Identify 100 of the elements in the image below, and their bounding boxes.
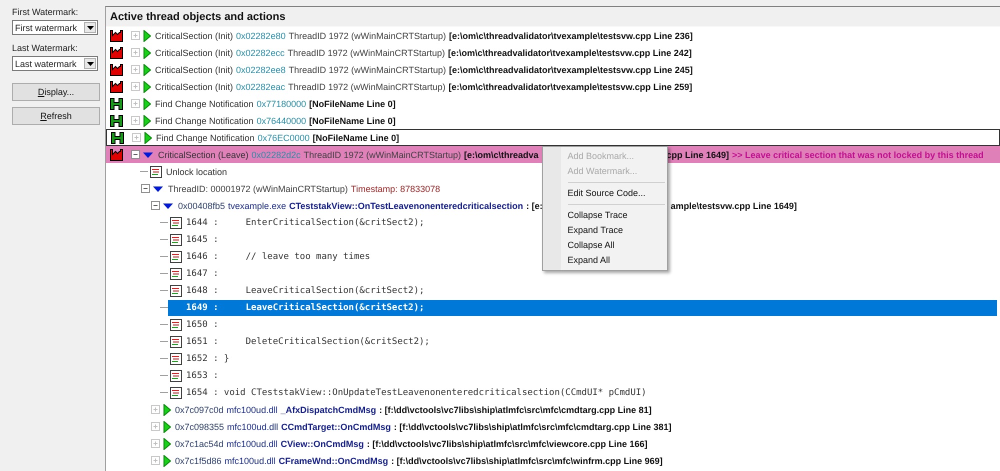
expand-icon[interactable]	[130, 30, 142, 41]
address-text: 0x7c097c0d	[175, 404, 224, 414]
object-name: Find Change Notification	[155, 116, 254, 126]
address-text: 0x02282ee8	[236, 64, 286, 74]
source-line[interactable]: 1653 :	[186, 368, 219, 384]
file-location: [e:\om\c\threadvalidator\tvexample\testsvw.cpp Line 245]	[448, 64, 693, 74]
object-name: CriticalSection (Leave)	[158, 150, 249, 160]
file-location: : [f:\dd\vctools\vc7libs\ship\atlmfc\src\mfc\viewcore.cpp Line 166]	[366, 438, 648, 448]
watermark-dropdown[interactable]: First watermark	[12, 20, 98, 35]
file-location: [NoFileName Line 0]	[309, 116, 396, 126]
source-line[interactable]: 1647 :	[186, 266, 219, 282]
object-name: CriticalSection (Init)	[155, 82, 234, 92]
expand-icon[interactable]	[131, 132, 143, 143]
critical-section-icon	[110, 148, 123, 160]
address-text: 0x02282d2c	[252, 150, 301, 160]
expand-icon[interactable]	[130, 64, 142, 75]
source-line[interactable]: 1654 : void CTeststakView::OnUpdateTestLeavenonenteredcriticalsection(CCmdUI* pCmdUI)	[186, 384, 647, 400]
play-arrow-icon	[163, 420, 171, 432]
expand-icon[interactable]	[150, 438, 162, 449]
menu-item[interactable]: Expand All	[542, 253, 667, 268]
address-text: 0x77180000	[256, 98, 306, 108]
error-message: >> Leave critical section that was not locked by this thread	[732, 150, 984, 160]
file-location: [NoFileName Line 0]	[309, 98, 396, 108]
critical-section-icon	[110, 64, 123, 76]
location-label: Unlock location	[166, 166, 228, 176]
thread-text: ThreadID: 00001972 (wWinMainCRTStartup)	[168, 184, 348, 194]
object-name: CriticalSection (Init)	[155, 30, 234, 40]
source-line[interactable]: 1652 : }	[186, 350, 230, 366]
object-name: Find Change Notification	[155, 98, 254, 108]
push-button[interactable]: Refresh	[12, 107, 100, 125]
module-name: mfc100ud.dll	[227, 422, 278, 432]
push-button[interactable]: Display...	[12, 83, 100, 101]
thread-text: ThreadID 1972 (wWinMainCRTStartup)	[288, 82, 446, 92]
handle-icon	[111, 132, 124, 144]
expand-icon[interactable]	[150, 404, 162, 415]
source-line[interactable]: 1644 : EnterCriticalSection(&critSect2);	[186, 214, 424, 230]
critical-section-icon	[110, 46, 123, 58]
play-arrow-icon	[143, 46, 151, 58]
thread-text: ThreadID 1972 (wWinMainCRTStartup)	[288, 64, 446, 74]
object-name: CriticalSection (Init)	[155, 48, 234, 58]
collapse-icon[interactable]	[140, 183, 152, 194]
play-arrow-icon	[163, 454, 171, 466]
focused-row[interactable]: Find Change Notification 0x76EC0000 [NoFileName Line 0]	[106, 129, 1000, 146]
file-location: [e:\om\c\threadva	[464, 150, 539, 160]
file-location: [NoFileName Line 0]	[312, 132, 400, 142]
caret-icon	[86, 26, 94, 30]
menu-item[interactable]: Edit Source Code...	[542, 186, 667, 201]
play-arrow-icon	[163, 438, 171, 450]
address-text: 0x00408fb5	[178, 200, 226, 210]
critical-section-icon	[110, 30, 123, 42]
function-name: _AfxDispatchCmdMsg	[280, 404, 376, 414]
source-line[interactable]: 1645 :	[186, 232, 219, 248]
address-text: 0x7c1ac54d	[175, 438, 224, 448]
file-location: : [e:	[526, 200, 543, 210]
source-line[interactable]: 1648 : LeaveCriticalSection(&critSect2);	[186, 282, 424, 298]
expand-icon[interactable]	[150, 421, 162, 432]
expanded-arrow-icon	[143, 150, 154, 158]
file-location: [e:\om\c\threadvalidator\tvexample\testsvw.cpp Line 242]	[448, 48, 692, 58]
collapse-icon[interactable]	[150, 200, 162, 211]
module-name: mfc100ud.dll	[226, 404, 278, 414]
menu-item[interactable]: Collapse Trace	[542, 208, 667, 223]
play-arrow-icon	[143, 98, 151, 110]
function-name: CCmdTarget::OnCmdMsg	[281, 422, 391, 432]
play-arrow-icon	[143, 30, 151, 42]
source-line[interactable]: 1650 :	[186, 316, 219, 332]
critical-section-icon	[110, 80, 123, 92]
expand-icon[interactable]	[130, 47, 142, 58]
file-location: [e:\om\c\threadvalidator\tvexample\testsvw.cpp Line 259]	[448, 82, 692, 92]
file-location: : [f:\dd\vctools\vc7libs\ship\atlmfc\src\mfc\cmdtarg.cpp Line 381]	[394, 422, 672, 432]
menu-item[interactable]: Collapse All	[542, 238, 667, 253]
play-arrow-icon	[143, 80, 151, 92]
source-line[interactable]: 1651 : DeleteCriticalSection(&critSect2);	[186, 334, 430, 350]
address-text: 0x7c1f5d86	[175, 456, 222, 466]
expand-icon[interactable]	[150, 455, 162, 466]
file-location: : [f:\dd\vctools\vc7libs\ship\atlmfc\src\mfc\cmdtarg.cpp Line 81]	[379, 404, 652, 414]
function-name: CFrameWnd::OnCmdMsg	[278, 456, 388, 466]
expand-icon[interactable]	[130, 81, 142, 92]
address-text: 0x02282ecc	[236, 48, 285, 58]
collapse-icon[interactable]	[130, 149, 142, 160]
menu-item[interactable]: Expand Trace	[542, 223, 667, 238]
address-text: 0x02282e80	[236, 30, 286, 40]
thread-text: ThreadID 1972 (wWinMainCRTStartup)	[288, 48, 445, 58]
timestamp-text: Timestamp: 87833078	[350, 184, 440, 194]
thread-text: ThreadID 1972 (wWinMainCRTStartup)	[304, 150, 461, 160]
address-text: 0x7c098355	[175, 422, 224, 432]
watermark-dropdown[interactable]: Last watermark	[12, 56, 98, 71]
handle-icon	[110, 98, 123, 110]
expand-icon[interactable]	[130, 115, 142, 126]
panel-title: Active thread objects and actions	[110, 10, 286, 22]
expand-icon[interactable]	[130, 98, 142, 109]
handle-icon	[110, 114, 123, 126]
expanded-arrow-icon	[163, 202, 174, 210]
module-name: mfc100ud.dll	[226, 438, 278, 448]
function-name: CTeststakView::OnTestLeavenonenteredcriticalsection	[289, 200, 524, 210]
module-name: tvexample.exe	[228, 200, 286, 210]
play-arrow-icon	[163, 404, 171, 416]
source-line[interactable]: 1646 : // leave too many times	[186, 248, 370, 264]
address-text: 0x76EC0000	[258, 132, 310, 142]
object-name: CriticalSection (Init)	[155, 64, 234, 74]
expanded-arrow-icon	[153, 184, 164, 192]
